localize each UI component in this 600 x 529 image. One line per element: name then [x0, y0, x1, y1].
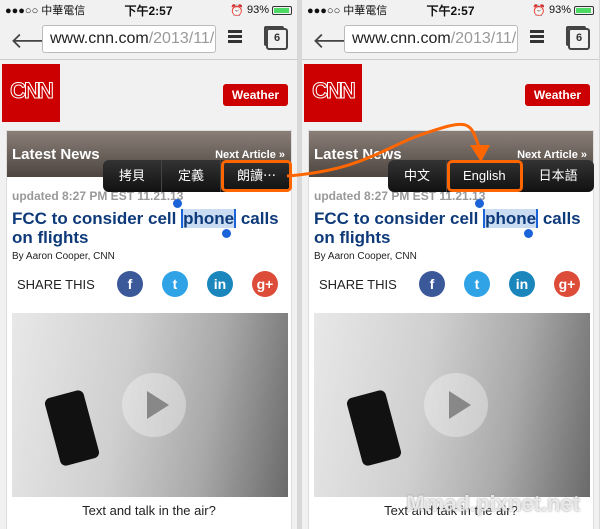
popup-item[interactable]: 中文 [388, 160, 448, 192]
google-plus-icon[interactable]: g+ [252, 271, 278, 297]
tabs-button[interactable]: 6 [266, 28, 288, 50]
right-screen: ●●●○○ 中華電信 下午2:57 ⏰ 93% 🡐 www.cnn.com/2013/… [302, 0, 599, 529]
google-plus-icon[interactable]: g+ [554, 271, 580, 297]
context-menu: 拷貝 定義 朗讀⋯ [103, 160, 293, 192]
video-thumbnail[interactable] [314, 313, 590, 497]
cnn-logo[interactable]: CNN [304, 64, 362, 122]
twitter-icon[interactable]: t [464, 271, 490, 297]
selection-handle-end[interactable] [524, 229, 533, 238]
popup-item[interactable]: 朗讀⋯ [221, 160, 293, 192]
selected-word[interactable]: phone [181, 209, 237, 228]
status-bar: ●●●○○ 中華電信 下午2:57 ⏰ 93% [0, 0, 297, 20]
cnn-logo[interactable]: CNN [2, 64, 60, 122]
share-label: SHARE THIS [319, 277, 397, 292]
clock: 下午2:57 [124, 3, 173, 18]
menu-icon[interactable] [530, 30, 544, 45]
headline: FCC to consider cell phone calls on flig… [12, 209, 279, 247]
browser-toolbar: 🡐 www.cnn.com/2013/11/ 6 [0, 20, 297, 60]
phone-image [345, 389, 403, 467]
selection-handle-start[interactable] [173, 199, 182, 208]
tabs-button[interactable]: 6 [568, 28, 590, 50]
weather-button[interactable]: Weather [525, 84, 590, 106]
watermark: Mmad.pixnet.net [406, 491, 580, 516]
popup-item[interactable]: 定義 [162, 160, 222, 192]
byline: By Aaron Cooper, CNN [12, 251, 115, 262]
linkedin-icon[interactable]: in [207, 271, 233, 297]
selection-handle-start[interactable] [475, 199, 484, 208]
popup-item[interactable]: 日本語 [523, 160, 594, 192]
linkedin-icon[interactable]: in [509, 271, 535, 297]
facebook-icon[interactable]: f [419, 271, 445, 297]
selection-handle-end[interactable] [222, 229, 231, 238]
phone-image [43, 389, 101, 467]
twitter-icon[interactable]: t [162, 271, 188, 297]
byline: By Aaron Cooper, CNN [314, 251, 417, 262]
play-icon[interactable] [424, 373, 488, 437]
left-screen: ●●●○○ 中華電信 下午2:57 ⏰ 93% 🡐 www.cnn.com/2013/… [0, 0, 297, 529]
context-menu: 中文 English 日本語 [388, 160, 594, 192]
popup-item[interactable]: 拷貝 [103, 160, 163, 192]
menu-icon[interactable] [228, 30, 242, 45]
popup-item[interactable]: English [447, 160, 523, 192]
url-field[interactable]: www.cnn.com/2013/11/ [42, 25, 216, 53]
headline: FCC to consider cell phone calls on flig… [314, 209, 581, 247]
selected-word[interactable]: phone [483, 209, 539, 228]
latest-news-title: Latest News [12, 146, 100, 163]
weather-button[interactable]: Weather [223, 84, 288, 106]
status-bar: ●●●○○ 中華電信 下午2:57 ⏰ 93% [302, 0, 599, 20]
clock: 下午2:57 [426, 3, 475, 18]
url-field[interactable]: www.cnn.com/2013/11/ [344, 25, 518, 53]
play-icon[interactable] [122, 373, 186, 437]
caption: Text and talk in the air? [82, 503, 216, 518]
facebook-icon[interactable]: f [117, 271, 143, 297]
share-label: SHARE THIS [17, 277, 95, 292]
video-thumbnail[interactable] [12, 313, 288, 497]
browser-toolbar: 🡐 www.cnn.com/2013/11/ 6 [302, 20, 599, 60]
